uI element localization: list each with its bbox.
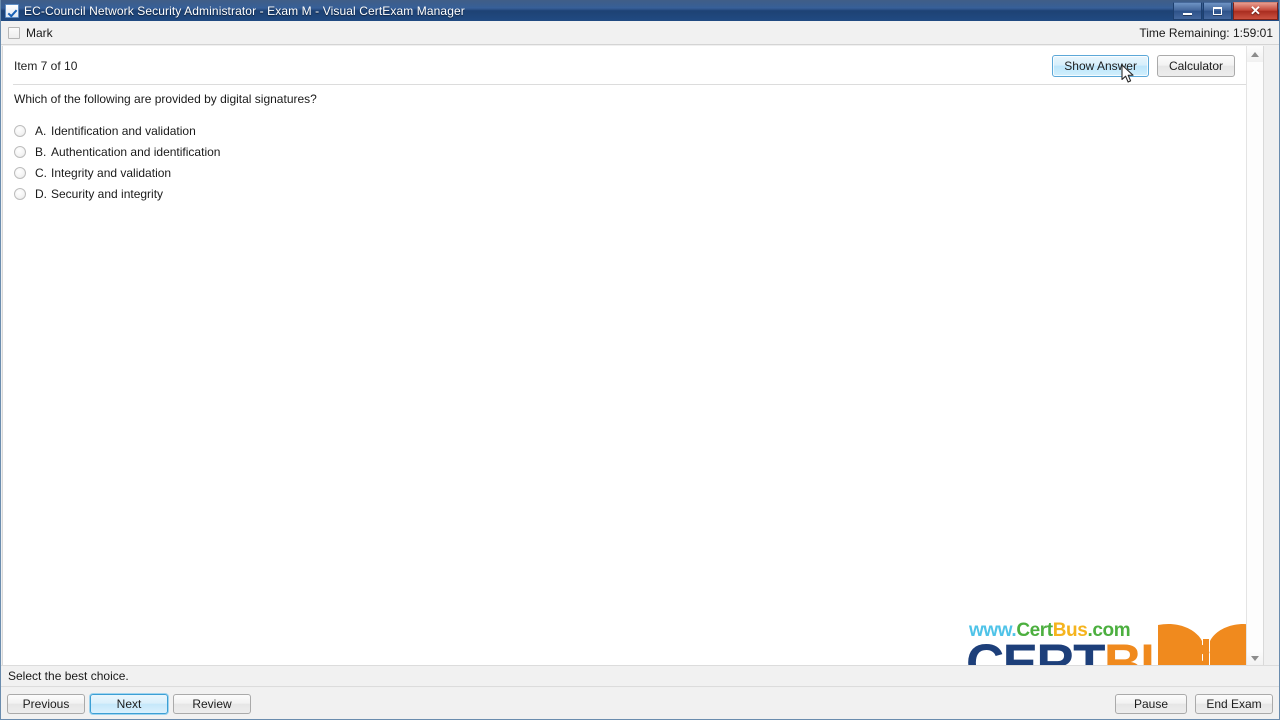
answer-option-c[interactable]: C. Integrity and validation [14,162,220,183]
option-text: Identification and validation [51,123,196,138]
answer-options: A. Identification and validation B. Auth… [14,120,220,204]
end-exam-button[interactable]: End Exam [1195,693,1273,714]
chevron-down-icon [1251,655,1259,661]
header-divider [13,84,1250,85]
time-remaining: Time Remaining: 1:59:01 [1139,25,1273,40]
option-text: Authentication and identification [51,144,221,159]
question-pane: Item 7 of 10 Show Answer Calculator Whic… [2,46,1264,668]
scrollbar-track[interactable] [1247,62,1263,650]
exam-control-buttons: Pause End Exam [1115,693,1273,714]
previous-button[interactable]: Previous [7,693,85,714]
option-text: Integrity and validation [51,165,172,180]
question-toolbar: Show Answer Calculator [1052,55,1235,77]
answer-option-a[interactable]: A. Identification and validation [14,120,220,141]
scroll-down-button[interactable] [1247,650,1263,666]
close-button[interactable]: ✕ [1233,1,1278,20]
status-bar: Select the best choice. [1,665,1279,687]
exam-window: EC-Council Network Security Administrato… [0,0,1280,720]
bottom-toolbar: Previous Next Review Pause End Exam [1,688,1279,719]
next-button[interactable]: Next [90,693,168,714]
option-letter: B. [35,144,47,159]
chevron-up-icon [1251,51,1259,57]
close-icon: ✕ [1250,3,1261,18]
answer-option-b[interactable]: B. Authentication and identification [14,141,220,162]
radio-icon[interactable] [14,166,26,179]
option-letter: A. [35,123,47,138]
checkbox-icon [5,3,19,18]
radio-icon[interactable] [14,145,26,158]
calculator-button[interactable]: Calculator [1156,55,1235,77]
maximize-button[interactable] [1203,1,1232,20]
radio-icon[interactable] [14,124,26,137]
minimize-button[interactable] [1173,1,1202,20]
review-button[interactable]: Review [173,693,251,714]
option-text: Security and integrity [51,186,164,201]
mark-checkbox-group[interactable]: Mark [8,26,53,40]
certbus-logo: www.CertBus.com CERTBUS [966,619,1256,668]
question-text: Which of the following are provided by d… [14,92,317,106]
mark-bar: Mark Time Remaining: 1:59:01 [1,21,1279,45]
vertical-scrollbar[interactable] [1246,46,1263,666]
maximize-icon [1213,6,1222,15]
status-text: Select the best choice. [8,669,129,683]
scroll-up-button[interactable] [1247,46,1263,62]
pause-button[interactable]: Pause [1115,693,1187,714]
answer-option-d[interactable]: D. Security and integrity [14,183,220,204]
item-counter: Item 7 of 10 [14,59,78,73]
window-title: EC-Council Network Security Administrato… [24,3,465,18]
navigation-buttons: Previous Next Review [7,693,251,714]
option-letter: D. [35,186,47,201]
mark-label: Mark [26,25,53,40]
title-bar[interactable]: EC-Council Network Security Administrato… [1,0,1279,21]
show-answer-button[interactable]: Show Answer [1052,55,1149,77]
radio-icon[interactable] [14,187,26,200]
option-letter: C. [35,165,47,180]
logo-word-cert: CERT [966,634,1105,668]
open-book-icon [1158,624,1254,667]
window-controls: ✕ [1173,1,1278,20]
minimize-icon [1183,12,1192,15]
mark-checkbox[interactable] [8,26,20,39]
